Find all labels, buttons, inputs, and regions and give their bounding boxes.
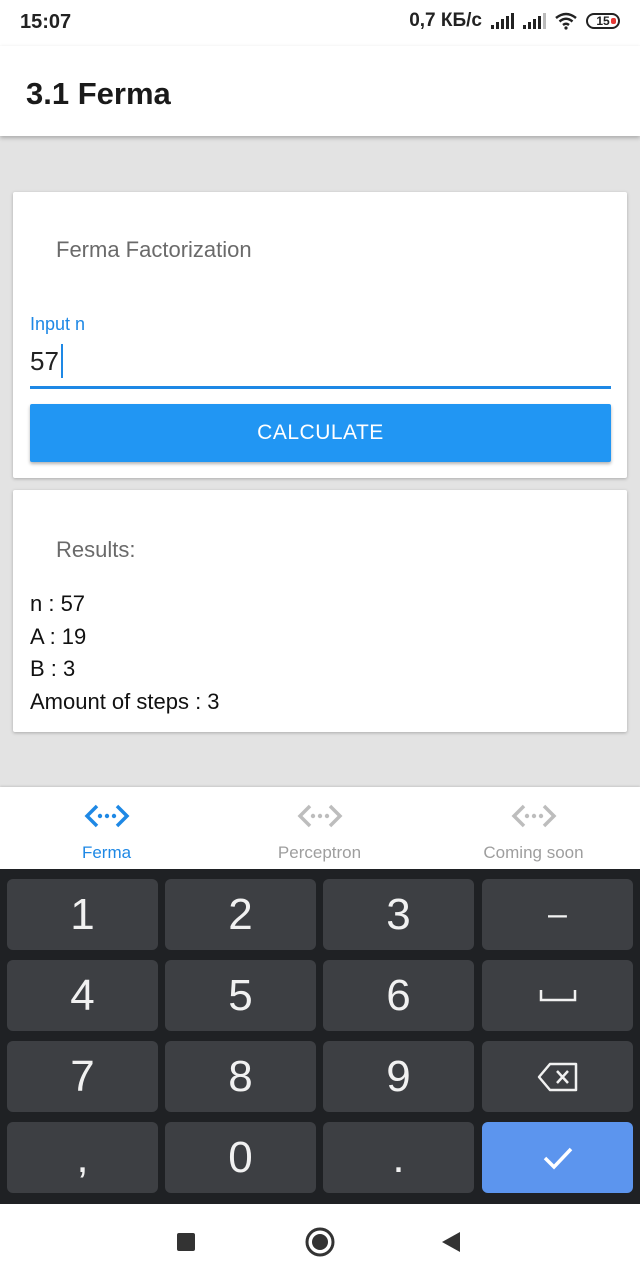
- signal-icon: [491, 13, 514, 29]
- key-minus[interactable]: –: [482, 879, 633, 950]
- code-arrows-icon: [511, 804, 556, 828]
- signal-icon: [523, 13, 546, 29]
- system-navigation-bar: [0, 1204, 640, 1280]
- n-input[interactable]: 57: [30, 344, 63, 378]
- back-triangle-icon[interactable]: [440, 1230, 462, 1254]
- nav-label-perceptron: Perceptron: [277, 843, 362, 862]
- results-title: Results:: [56, 537, 136, 562]
- key-9[interactable]: 9: [323, 1041, 474, 1112]
- factorization-card: Ferma Factorization Input n 57 CALCULATE: [13, 192, 627, 478]
- nav-item-ferma[interactable]: Ferma: [0, 787, 213, 869]
- key-period[interactable]: .: [323, 1122, 474, 1193]
- key-2[interactable]: 2: [165, 879, 316, 950]
- battery-icon: 15: [586, 13, 620, 29]
- status-time: 15:07: [20, 11, 72, 33]
- calculate-button[interactable]: CALCULATE: [30, 404, 611, 462]
- result-steps: Amount of steps : 3: [30, 689, 220, 714]
- status-bar: 15:07 0,7 КБ/с 15: [0, 0, 640, 46]
- key-4[interactable]: 4: [7, 960, 158, 1031]
- key-5[interactable]: 5: [165, 960, 316, 1031]
- status-icons: 0,7 КБ/с 15: [409, 10, 620, 32]
- backspace-icon: [537, 1062, 577, 1091]
- done-check-icon: [543, 1147, 572, 1170]
- key-space[interactable]: [482, 960, 633, 1031]
- card-title: Ferma Factorization: [56, 237, 252, 262]
- key-3[interactable]: 3: [323, 879, 474, 950]
- wifi-icon: [555, 12, 577, 30]
- network-speed: 0,7 КБ/с: [409, 10, 482, 31]
- code-arrows-icon: [84, 804, 129, 828]
- key-done[interactable]: [482, 1122, 633, 1193]
- key-1[interactable]: 1: [7, 879, 158, 950]
- key-6[interactable]: 6: [323, 960, 474, 1031]
- app-toolbar: 3.1 Ferma: [0, 46, 640, 136]
- recents-square-icon[interactable]: [176, 1232, 196, 1252]
- bottom-navigation: Ferma Perceptron Coming soon: [0, 787, 640, 869]
- result-a: A : 19: [30, 624, 87, 649]
- text-caret: [60, 344, 63, 378]
- nav-label-coming-soon: Coming soon: [483, 843, 584, 862]
- result-b: B : 3: [30, 656, 76, 681]
- numeric-keyboard: 1 2 3 – 4 5 6 7 8 9 , 0 .: [0, 869, 640, 1204]
- n-input-value[interactable]: 57: [30, 346, 59, 377]
- code-arrows-icon: [297, 804, 342, 828]
- space-icon: [539, 989, 576, 1001]
- page-title: 3.1 Ferma: [26, 76, 171, 111]
- result-n: n : 57: [30, 591, 86, 616]
- key-8[interactable]: 8: [165, 1041, 316, 1112]
- results-card: Results: n : 57 A : 19 B : 3 Amount of s…: [13, 490, 627, 732]
- key-comma[interactable]: ,: [7, 1122, 158, 1193]
- input-label: Input n: [30, 314, 86, 334]
- nav-label-ferma: Ferma: [81, 843, 132, 862]
- key-backspace[interactable]: [482, 1041, 633, 1112]
- home-circle-icon[interactable]: [304, 1226, 336, 1258]
- battery-level: 15: [596, 14, 610, 28]
- nav-item-perceptron[interactable]: Perceptron: [213, 787, 426, 869]
- key-7[interactable]: 7: [7, 1041, 158, 1112]
- nav-item-coming-soon[interactable]: Coming soon: [427, 787, 640, 869]
- input-underline: [30, 386, 611, 389]
- key-0[interactable]: 0: [165, 1122, 316, 1193]
